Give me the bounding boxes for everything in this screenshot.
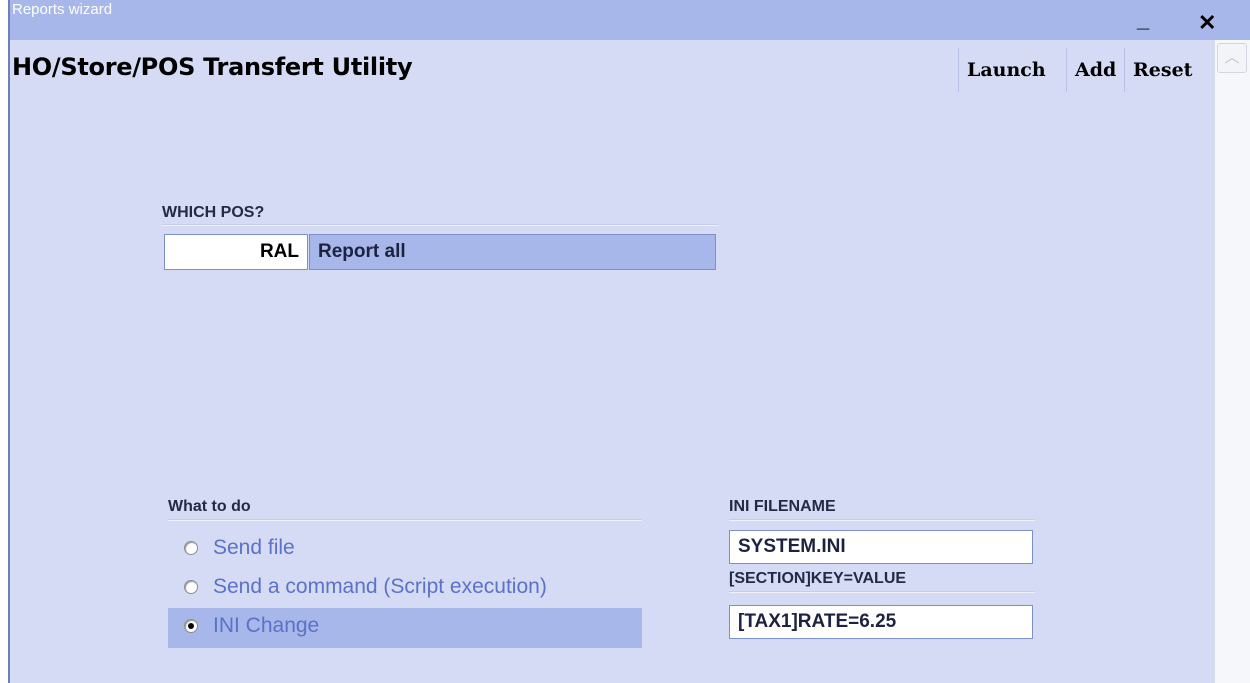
section-key-value-divider	[729, 591, 1035, 593]
radio-label: INI Change	[213, 614, 320, 637]
section-key-value-label: [SECTION]KEY=VALUE	[729, 570, 907, 587]
close-button[interactable]: ✕	[1198, 12, 1216, 34]
ini-filename-label: INI FILENAME	[729, 498, 836, 515]
header-bar: HO/Store/POS Transfert Utility Launch Ad…	[10, 40, 1214, 95]
window-title: Reports wizard	[12, 1, 113, 18]
minimize-button[interactable]: _	[1137, 9, 1149, 31]
radio-button-selected-icon[interactable]	[184, 619, 198, 633]
radio-send-command[interactable]: Send a command (Script execution)	[168, 569, 642, 609]
which-pos-divider	[162, 224, 718, 226]
radio-label: Send a command (Script execution)	[213, 575, 547, 598]
ini-filename-divider	[729, 519, 1035, 521]
what-to-do-label: What to do	[168, 498, 251, 515]
radio-ini-change[interactable]: INI Change	[168, 608, 642, 648]
launch-button[interactable]: Launch	[958, 48, 1054, 92]
chevron-up-icon[interactable]: ︿	[1217, 43, 1247, 73]
which-pos-label: WHICH POS?	[162, 204, 265, 221]
radio-dot-icon	[188, 623, 194, 629]
app-title: HO/Store/POS Transfert Utility	[12, 53, 413, 81]
radio-send-file[interactable]: Send file	[168, 530, 642, 570]
radio-label: Send file	[213, 536, 295, 559]
title-bar: Reports wizard _ ✕	[10, 0, 1250, 41]
pos-code-field[interactable]: RAL	[164, 234, 308, 270]
section-key-value-field[interactable]: [TAX1]RATE=6.25	[729, 605, 1033, 639]
vertical-scrollbar[interactable]: ︿	[1214, 40, 1250, 683]
pos-description: Report all	[309, 234, 716, 270]
radio-button-icon[interactable]	[184, 580, 198, 594]
reports-wizard-window: Reports wizard _ ✕ HO/Store/POS Transfer…	[8, 0, 1250, 683]
radio-button-icon[interactable]	[184, 541, 198, 555]
add-button[interactable]: Add	[1066, 48, 1125, 92]
what-to-do-divider	[168, 519, 642, 521]
ini-filename-field[interactable]: SYSTEM.INI	[729, 530, 1033, 564]
reset-button[interactable]: Reset	[1124, 48, 1201, 92]
